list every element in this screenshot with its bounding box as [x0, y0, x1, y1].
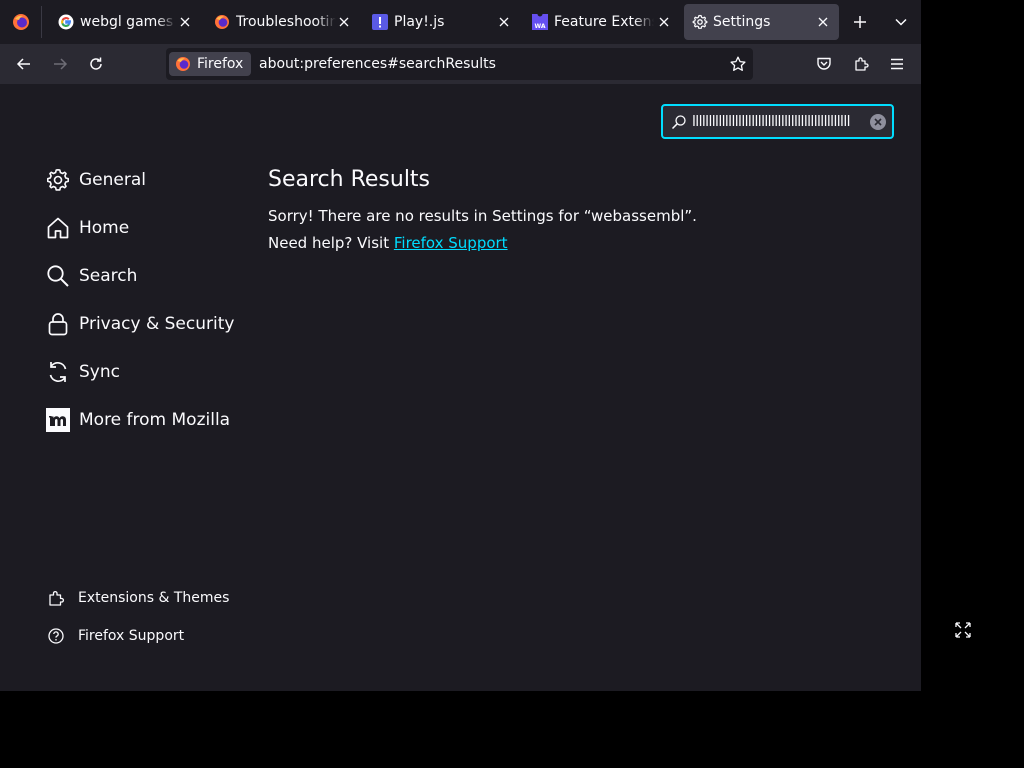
- search-icon: [46, 264, 70, 288]
- help-line: Need help? Visit Firefox Support: [268, 234, 508, 252]
- tab-title: Play!.js: [394, 14, 445, 30]
- star-icon: [730, 56, 746, 71]
- no-results-message: Sorry! There are no results in Settings …: [268, 207, 697, 225]
- category-label: Sync: [79, 362, 120, 382]
- forward-arrow-icon: [54, 58, 68, 70]
- category-general[interactable]: General: [46, 164, 146, 196]
- help-prefix: Need help? Visit: [268, 234, 394, 252]
- search-input-value[interactable]: llllllllllllllllllllllllllllllllllllllll…: [692, 112, 870, 132]
- resize-arrows-icon[interactable]: [953, 620, 973, 640]
- close-tab-icon[interactable]: [336, 14, 352, 30]
- firefox-support-link[interactable]: Firefox Support: [394, 234, 508, 252]
- close-icon: [874, 118, 882, 126]
- settings-search-input[interactable]: llllllllllllllllllllllllllllllllllllllll…: [661, 104, 894, 139]
- list-all-tabs-button[interactable]: [885, 6, 917, 38]
- pocket-icon: [817, 57, 831, 70]
- category-label: More from Mozilla: [79, 410, 231, 430]
- new-tab-button[interactable]: [844, 6, 876, 38]
- tab-title: Settings: [713, 14, 771, 30]
- category-privacy[interactable]: Privacy & Security: [46, 308, 234, 340]
- category-label: Search: [79, 266, 138, 286]
- sync-icon: [46, 360, 70, 384]
- hamburger-menu-icon: [891, 58, 903, 70]
- category-label: Home: [79, 218, 130, 238]
- tab-webgl-games[interactable]: webgl games -: [46, 4, 202, 40]
- tab-title: Feature Extensions: [554, 14, 654, 30]
- category-search[interactable]: Search: [46, 260, 137, 292]
- identity-label: Firefox: [197, 56, 244, 72]
- browser-window: webgl games - Troubleshooting Play!.js: [0, 0, 921, 691]
- playjs-icon: [372, 14, 388, 30]
- gear-icon: [46, 168, 70, 192]
- category-more-from-mozilla[interactable]: More from Mozilla: [46, 404, 230, 436]
- url-bar[interactable]: Firefox about:preferences#searchResults: [166, 48, 753, 80]
- lock-icon: [46, 312, 70, 336]
- tab-troubleshooting[interactable]: Troubleshooting: [202, 4, 360, 40]
- search-icon: [671, 115, 686, 130]
- close-tab-icon[interactable]: [496, 14, 512, 30]
- back-arrow-icon: [16, 58, 30, 70]
- category-sync[interactable]: Sync: [46, 356, 120, 388]
- back-button[interactable]: [8, 48, 40, 80]
- mozilla-icon: [46, 408, 70, 432]
- webassembly-icon: WA: [532, 14, 548, 30]
- app-menu-button[interactable]: [881, 48, 913, 80]
- category-label: Privacy & Security: [79, 314, 235, 334]
- tab-feature-extensions[interactable]: WA Feature Extensions: [520, 4, 680, 40]
- bookmark-star-button[interactable]: [722, 48, 754, 80]
- tab-title: Troubleshooting: [236, 14, 336, 30]
- help-icon: [47, 627, 65, 645]
- category-home[interactable]: Home: [46, 212, 129, 244]
- home-icon: [46, 216, 70, 240]
- forward-button[interactable]: [44, 48, 76, 80]
- search-results-title: Search Results: [268, 167, 431, 192]
- category-label: General: [79, 170, 146, 190]
- footer-link-label: Extensions & Themes: [78, 590, 230, 606]
- pocket-button[interactable]: [808, 48, 840, 80]
- extensions-button[interactable]: [845, 48, 877, 80]
- tab-strip: webgl games - Troubleshooting Play!.js: [0, 0, 921, 44]
- tab-settings[interactable]: Settings: [684, 4, 839, 40]
- plus-icon: [854, 16, 866, 28]
- clear-search-button[interactable]: [870, 114, 886, 130]
- gear-icon: [692, 14, 708, 29]
- reload-icon: [90, 57, 102, 70]
- navigation-toolbar: Firefox about:preferences#searchResults: [0, 44, 921, 84]
- firefox-icon: [176, 57, 190, 71]
- close-tab-icon[interactable]: [656, 14, 672, 30]
- google-icon: [58, 14, 74, 30]
- settings-page: llllllllllllllllllllllllllllllllllllllll…: [0, 85, 921, 691]
- identity-box[interactable]: Firefox: [169, 52, 252, 76]
- puzzle-icon: [855, 57, 869, 71]
- chevron-down-icon: [895, 18, 907, 26]
- firefox-icon: [215, 15, 229, 29]
- close-tab-icon[interactable]: [815, 14, 831, 30]
- footer-link-extensions-themes[interactable]: Extensions & Themes: [47, 586, 229, 610]
- close-tab-icon[interactable]: [177, 14, 193, 30]
- svg-text:WA: WA: [535, 23, 546, 30]
- tab-title: webgl games -: [80, 14, 176, 30]
- footer-link-label: Firefox Support: [78, 628, 185, 644]
- firefox-icon: [13, 14, 29, 30]
- reload-button[interactable]: [80, 48, 112, 80]
- footer-link-firefox-support[interactable]: Firefox Support: [47, 624, 184, 648]
- firefox-view-button[interactable]: [0, 0, 42, 44]
- url-text[interactable]: about:preferences#searchResults: [259, 55, 496, 73]
- puzzle-icon: [47, 589, 65, 607]
- tab-playjs[interactable]: Play!.js: [360, 4, 520, 40]
